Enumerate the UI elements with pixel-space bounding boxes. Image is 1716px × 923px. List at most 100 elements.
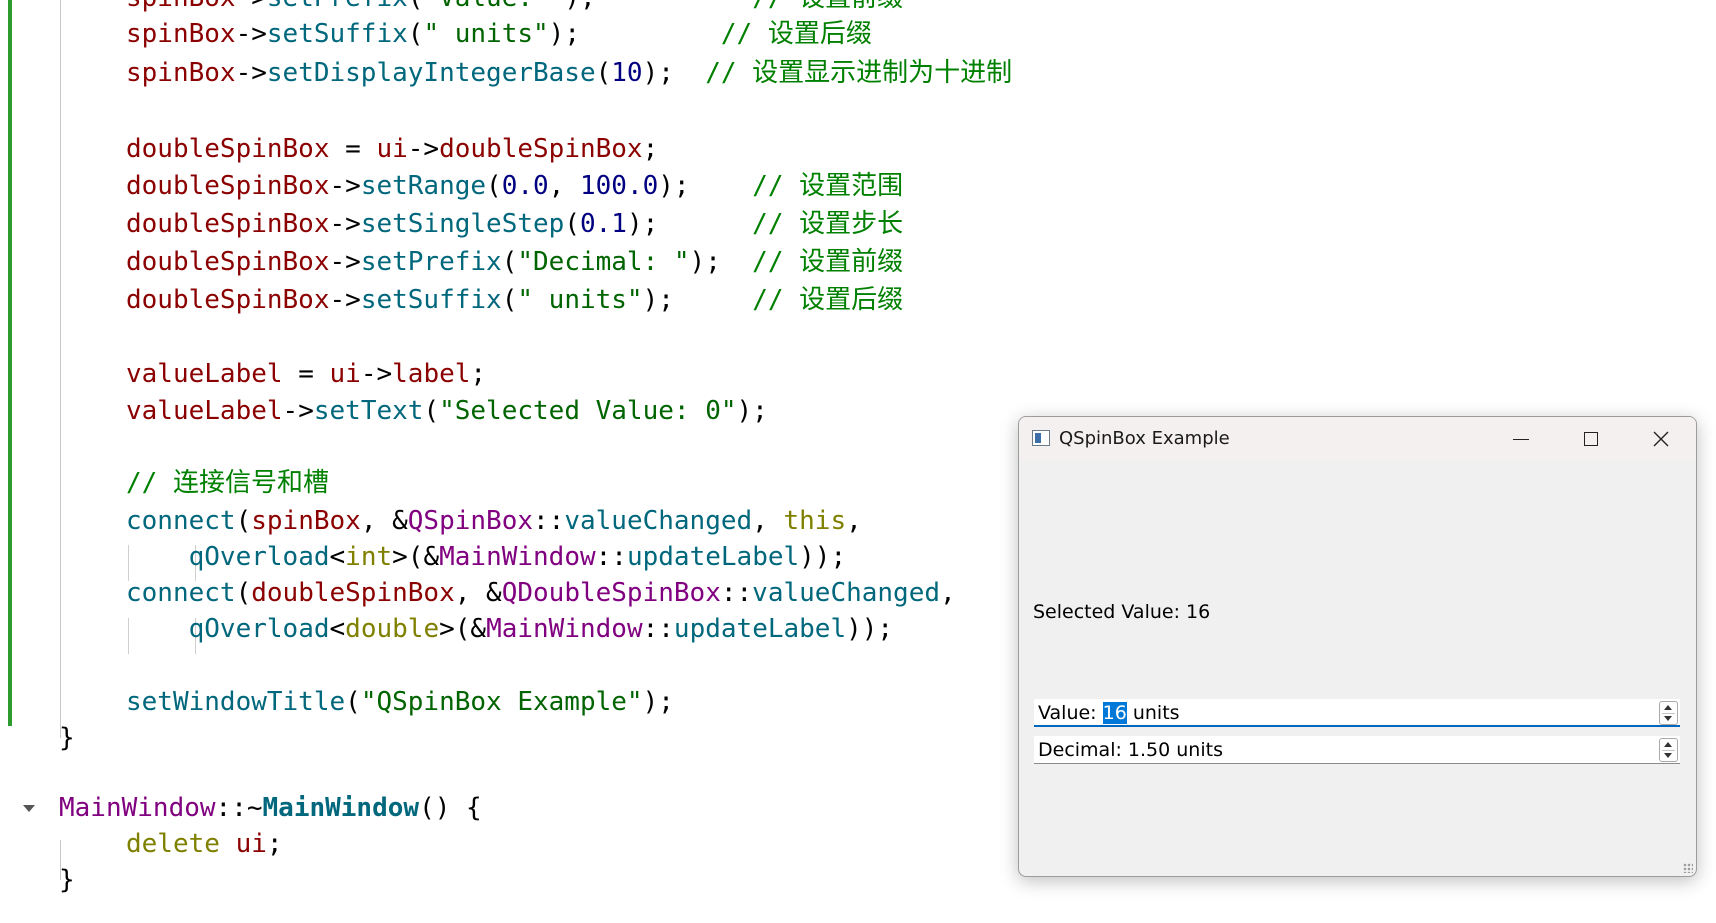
double-spin-box[interactable]: Decimal: 1.50 units: [1034, 736, 1680, 764]
double-spin-box-text[interactable]: Decimal: 1.50 units: [1038, 739, 1223, 761]
code-line[interactable]: spinBox->setDisplayIntegerBase(10); // 设…: [126, 55, 1012, 91]
code-token: (: [423, 396, 440, 426]
code-token: MainWindow: [59, 793, 216, 823]
close-icon: [1653, 431, 1669, 447]
code-token: doubleSpinBox: [126, 247, 330, 277]
code-token: >(&: [439, 614, 487, 644]
code-token: // 连接信号和槽: [126, 468, 329, 498]
code-token: "Decimal: ": [517, 247, 690, 277]
code-token: updateLabel: [626, 542, 800, 572]
code-token: ->: [235, 19, 267, 49]
code-token: connect: [126, 578, 236, 608]
double-spin-down-arrow-icon[interactable]: [1664, 753, 1672, 758]
code-token: ::: [720, 578, 753, 608]
code-token: 10: [611, 58, 643, 88]
code-line[interactable]: doubleSpinBox->setPrefix("Decimal: "); /…: [126, 244, 903, 280]
code-token: ui: [235, 829, 267, 859]
spin-box-arrows[interactable]: [1659, 701, 1678, 725]
code-token: );: [736, 396, 768, 426]
spin-value-selected[interactable]: 16: [1102, 702, 1127, 724]
code-line[interactable]: }: [59, 862, 75, 898]
minimize-button[interactable]: [1486, 417, 1556, 461]
code-token: doubleSpinBox: [126, 171, 330, 201]
selected-value-label: Selected Value: 16: [1033, 601, 1211, 623]
code-token: setWindowTitle: [126, 687, 346, 717]
code-token: ::: [642, 614, 674, 644]
code-token: connect: [126, 506, 236, 536]
code-token: qOverload: [188, 542, 330, 572]
code-token: , &: [360, 506, 408, 536]
code-token: ->: [282, 396, 314, 426]
maximize-button[interactable]: [1556, 417, 1626, 461]
code-line[interactable]: qOverload<int>(&MainWindow::updateLabel)…: [126, 539, 847, 575]
qspinbox-example-window[interactable]: QSpinBox Example Selected Value: 16 Valu…: [1018, 416, 1697, 877]
resize-grip-icon[interactable]: [1683, 863, 1693, 873]
code-line[interactable]: setWindowTitle("QSpinBox Example");: [126, 684, 674, 720]
code-token: ::: [595, 542, 627, 572]
code-line[interactable]: doubleSpinBox->setSuffix(" units"); // 设…: [126, 282, 903, 318]
code-token: QDoubleSpinBox: [501, 578, 721, 608]
code-token: <: [329, 614, 346, 644]
code-line[interactable]: }: [59, 720, 75, 756]
code-token: 0.1: [579, 209, 627, 239]
code-line[interactable]: doubleSpinBox = ui->doubleSpinBox;: [126, 131, 658, 167]
spin-box[interactable]: Value: 16 units: [1034, 699, 1680, 727]
code-token: (: [235, 506, 252, 536]
spin-arrow-divider: [1662, 713, 1675, 714]
code-token: ;: [642, 134, 659, 164]
spin-box-text[interactable]: Value: 16 units: [1038, 702, 1180, 724]
code-line[interactable]: qOverload<double>(&MainWindow::updateLab…: [126, 611, 893, 647]
minimize-icon: [1513, 438, 1529, 440]
code-token: ->: [360, 359, 393, 389]
code-line[interactable]: valueLabel = ui->label;: [126, 356, 486, 392]
code-token: "Selected Value: 0": [439, 396, 737, 426]
code-token: setPrefix: [267, 0, 408, 13]
code-token: // 设置后缀: [720, 19, 872, 49]
code-token: =: [282, 359, 330, 389]
maximize-icon: [1584, 432, 1598, 446]
code-token: valueLabel: [126, 396, 283, 426]
code-token: ;: [266, 829, 283, 859]
code-token: );: [689, 247, 721, 277]
code-token: setText: [313, 396, 424, 426]
code-line[interactable]: doubleSpinBox->setSingleStep(0.1); // 设置…: [126, 206, 903, 242]
code-line[interactable]: MainWindow::~MainWindow() {: [59, 790, 482, 826]
window-titlebar[interactable]: QSpinBox Example: [1019, 417, 1696, 461]
code-token: ::: [533, 506, 565, 536]
code-token: setSingleStep: [360, 209, 565, 239]
code-line[interactable]: // 连接信号和槽: [126, 465, 329, 501]
double-spin-up-arrow-icon[interactable]: [1664, 742, 1672, 747]
code-line[interactable]: valueLabel->setText("Selected Value: 0")…: [126, 393, 768, 429]
code-token: (: [486, 171, 502, 201]
code-line[interactable]: connect(doubleSpinBox, &QDoubleSpinBox::…: [126, 575, 956, 611]
code-line[interactable]: delete ui;: [126, 826, 283, 862]
code-token: valueChanged: [752, 578, 941, 608]
code-line[interactable]: connect(spinBox, &QSpinBox::valueChanged…: [126, 503, 862, 539]
code-token: (: [408, 0, 424, 13]
code-line[interactable]: spinBox->setSuffix(" units"); // 设置后缀: [126, 16, 872, 52]
fold-arrow-icon[interactable]: [23, 805, 35, 812]
code-token: int: [345, 542, 393, 572]
spin-up-arrow-icon[interactable]: [1664, 705, 1672, 710]
code-line[interactable]: spinBox->setPrefix("Value: "); // 设置前缀: [126, 0, 903, 16]
code-token: setSuffix: [360, 285, 502, 315]
spin-down-arrow-icon[interactable]: [1664, 716, 1672, 721]
code-token: ->: [329, 247, 361, 277]
code-token: <: [329, 542, 346, 572]
code-token: (: [564, 209, 580, 239]
spin-suffix: units: [1126, 702, 1180, 724]
code-line[interactable]: doubleSpinBox->setRange(0.0, 100.0); // …: [126, 168, 903, 204]
close-button[interactable]: [1626, 417, 1696, 461]
code-token: (: [595, 58, 612, 88]
code-token: 0.0: [501, 171, 549, 201]
code-token: ,: [752, 506, 784, 536]
code-token: ::~: [215, 793, 263, 823]
code-token: 100.0: [579, 171, 659, 201]
code-token: MainWindow: [439, 542, 596, 572]
double-spin-box-arrows[interactable]: [1659, 738, 1678, 762]
spin-prefix: Value:: [1038, 702, 1103, 724]
